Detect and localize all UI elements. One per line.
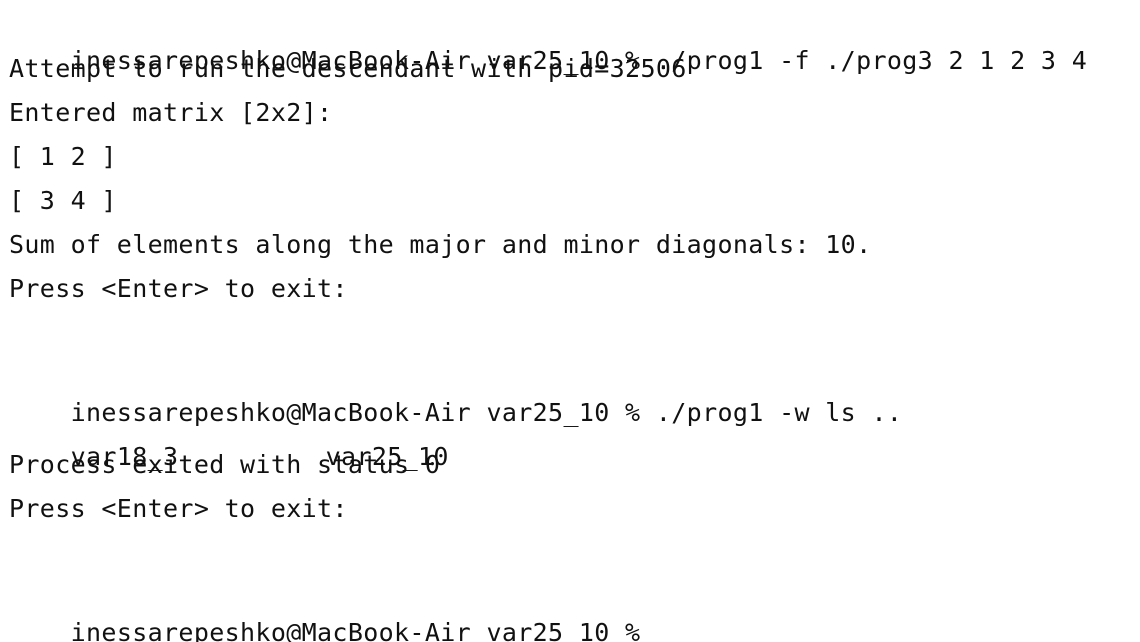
command-text: ./prog1 -w ls .. <box>655 398 903 427</box>
output-line: Entered matrix [2x2]: <box>9 98 333 127</box>
command-line-1: inessarepeshko@MacBook-Air var25_10 % ./… <box>9 7 1140 75</box>
output-line: [ 3 4 ] <box>9 186 117 215</box>
output-line: Press <Enter> to exit: <box>9 494 348 523</box>
shell-prompt: inessarepeshko@MacBook-Air var25_10 % <box>70 618 656 642</box>
current-prompt-line[interactable]: inessarepeshko@MacBook-Air var25_10 % <box>9 579 1140 642</box>
output-line: Sum of elements along the major and mino… <box>9 230 872 259</box>
output-line: Process exited with status 0 <box>9 450 441 479</box>
output-line: [ 1 2 ] <box>9 142 117 171</box>
command-line-2: inessarepeshko@MacBook-Air var25_10 % ./… <box>9 359 1140 427</box>
terminal-window[interactable]: inessarepeshko@MacBook-Air var25_10 % ./… <box>0 0 1140 642</box>
output-line: Press <Enter> to exit: <box>9 274 348 303</box>
shell-prompt: inessarepeshko@MacBook-Air var25_10 % <box>70 398 656 427</box>
command-text: ./prog1 -f ./prog3 2 1 2 3 4 <box>655 46 1088 75</box>
